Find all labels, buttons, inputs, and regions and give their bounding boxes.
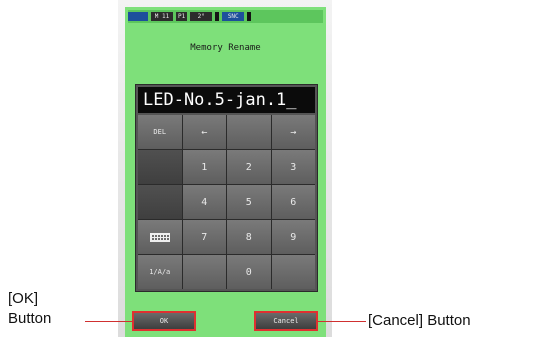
status-block	[215, 12, 220, 21]
case-toggle-key[interactable]: 1/A/a	[138, 255, 182, 289]
blank-key	[227, 115, 271, 149]
angle-indicator: 2°	[190, 12, 213, 21]
keypad: DEL ← → 1 2 3 4 5 6 7 8 9 1/A/a 0	[138, 115, 315, 289]
device-screen: M 11 P1 2° SNC Memory Rename LED-No.5-ja…	[125, 7, 326, 337]
blank-key	[138, 185, 182, 219]
ok-callout-line	[85, 321, 132, 322]
key-5[interactable]: 5	[227, 185, 271, 219]
keyboard-key[interactable]	[138, 220, 182, 254]
preset-indicator: P1	[176, 12, 188, 21]
cancel-callout-line	[318, 321, 366, 322]
key-7[interactable]: 7	[182, 220, 226, 254]
key-8[interactable]: 8	[227, 220, 271, 254]
cursor-left-key[interactable]: ←	[182, 115, 226, 149]
ok-button[interactable]: OK	[132, 311, 196, 331]
memory-indicator: M 11	[151, 12, 173, 21]
memory-name-input[interactable]: LED-No.5-jan.1_	[138, 87, 315, 113]
ok-callout-label-1: [OK]	[8, 290, 39, 307]
key-1[interactable]: 1	[182, 150, 226, 184]
blank-key	[182, 255, 226, 289]
ok-callout-label-2: Button	[8, 310, 52, 327]
key-6[interactable]: 6	[271, 185, 315, 219]
key-9[interactable]: 9	[271, 220, 315, 254]
key-2[interactable]: 2	[227, 150, 271, 184]
key-0[interactable]: 0	[227, 255, 271, 289]
cancel-button[interactable]: Cancel	[254, 311, 318, 331]
cancel-callout-label: [Cancel] Button	[368, 312, 471, 329]
battery-icon	[128, 12, 148, 21]
sync-indicator: SNC	[222, 12, 245, 21]
keyboard-icon	[149, 232, 170, 242]
blank-key	[271, 255, 315, 289]
key-4[interactable]: 4	[182, 185, 226, 219]
page-title: Memory Rename	[190, 43, 261, 53]
status-bar: M 11 P1 2° SNC	[128, 10, 323, 23]
blank-key	[138, 150, 182, 184]
cursor-right-key[interactable]: →	[271, 115, 315, 149]
rename-panel: LED-No.5-jan.1_ DEL ← → 1 2 3 4 5 6 7 8 …	[135, 84, 318, 292]
delete-key[interactable]: DEL	[138, 115, 182, 149]
key-3[interactable]: 3	[271, 150, 315, 184]
menu-icon	[247, 12, 252, 21]
